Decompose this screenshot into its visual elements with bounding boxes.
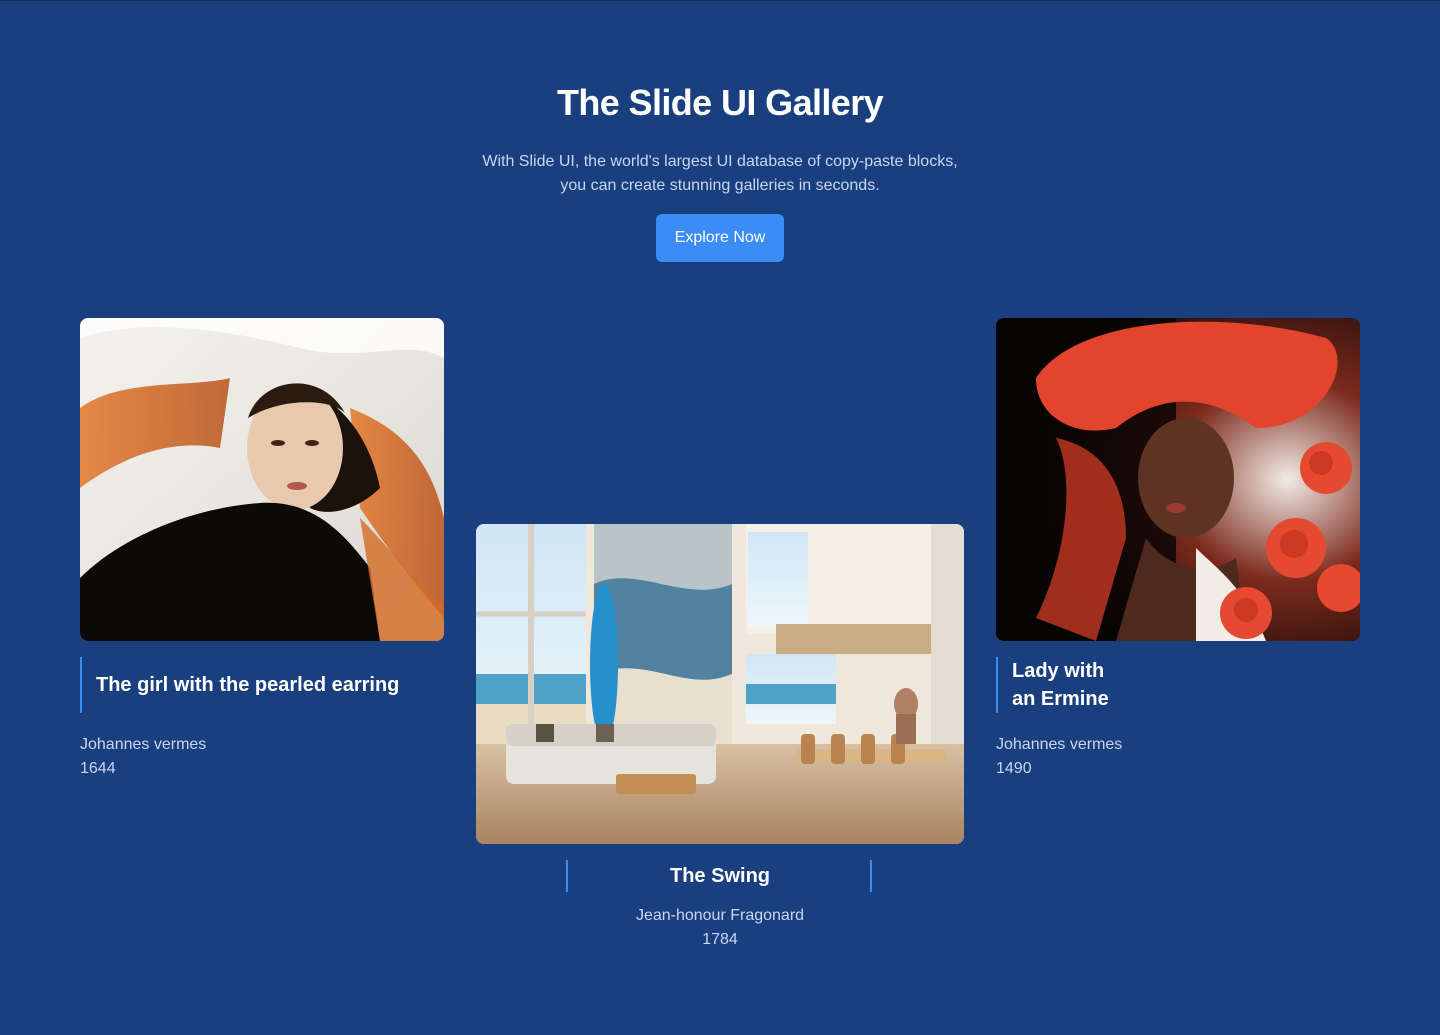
gallery-card-lady-with-ermine[interactable]: Lady with an Ermine Johannes vermes 1490 — [996, 318, 1360, 781]
artwork-image[interactable] — [476, 524, 964, 844]
title-accent-bar-left — [566, 860, 568, 892]
artwork-meta: Johannes vermes 1644 — [80, 733, 444, 781]
artwork-meta: Johannes vermes 1490 — [996, 733, 1360, 781]
portrait-woman-flowing-hair-icon — [80, 318, 444, 641]
title-accent-bar-right — [870, 860, 872, 892]
gallery-card-the-swing[interactable]: The Swing Jean-honour Fragonard 1784 — [476, 524, 964, 952]
artwork-title-line-2: an Ermine — [1012, 688, 1109, 710]
artwork-title-line-1: Lady with — [1012, 660, 1105, 682]
hero-subtitle-line-2: you can create stunning galleries in sec… — [560, 177, 880, 194]
hero-section: The Slide UI Gallery With Slide UI, the … — [0, 81, 1440, 262]
artwork-artist: Jean-honour Fragonard — [635, 907, 805, 924]
artwork-title: The girl with the pearled earring — [96, 674, 400, 696]
artwork-year: 1644 — [80, 760, 116, 777]
artwork-artist: Johannes vermes — [80, 736, 207, 753]
gallery-card-pearl-earring[interactable]: The girl with the pearled earring Johann… — [80, 318, 444, 781]
hero-subtitle-line-1: With Slide UI, the world's largest UI da… — [482, 153, 958, 170]
portrait-woman-red-hat-roses-icon — [996, 318, 1360, 641]
artwork-meta: Jean-honour Fragonard 1784 — [476, 904, 964, 952]
artwork-year: 1490 — [996, 760, 1032, 777]
beach-house-interior-icon — [476, 524, 964, 844]
artwork-title-block: The girl with the pearled earring — [80, 657, 444, 713]
page-title: The Slide UI Gallery — [556, 82, 884, 123]
artwork-year: 1784 — [702, 931, 738, 948]
artwork-image[interactable] — [80, 318, 444, 641]
explore-now-button[interactable]: Explore Now — [656, 214, 784, 262]
artwork-title: Lady with an Ermine — [1012, 657, 1109, 713]
artwork-title-block: The Swing — [476, 860, 964, 892]
artwork-title: The Swing — [670, 865, 770, 887]
gallery-page: The Slide UI Gallery With Slide UI, the … — [0, 0, 1440, 1035]
artwork-artist: Johannes vermes — [996, 736, 1123, 753]
artwork-image[interactable] — [996, 318, 1360, 641]
artwork-title-block: Lady with an Ermine — [996, 657, 1360, 713]
hero-subtitle: With Slide UI, the world's largest UI da… — [440, 150, 1000, 198]
